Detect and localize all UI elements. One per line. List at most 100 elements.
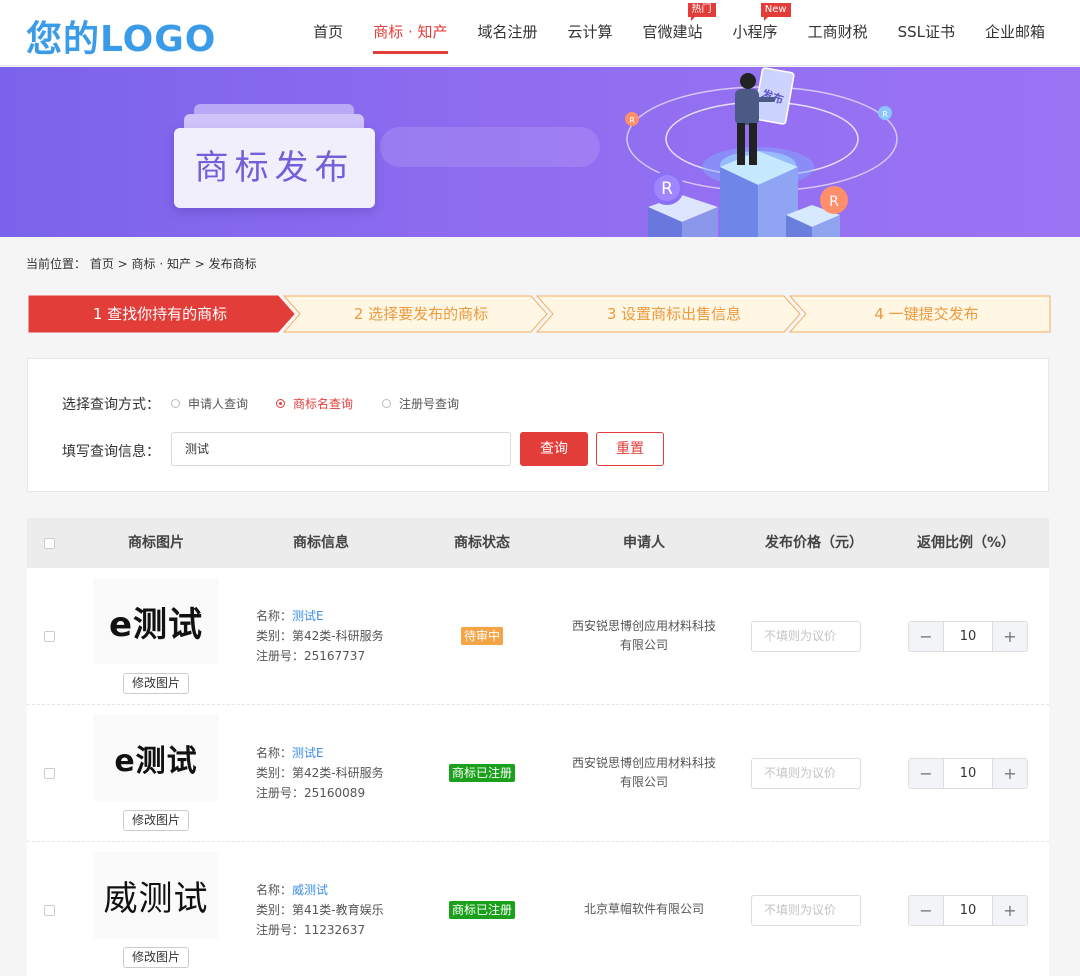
site-header: 您的LOGO 首页 商标 · 知产 域名注册 云计算 官微建站 热门 小程序 New…	[0, 0, 1080, 66]
price-input[interactable]: 不填则为议价	[751, 758, 861, 789]
radio-label: 商标名查询	[293, 397, 354, 411]
site-logo[interactable]: 您的LOGO	[26, 10, 216, 62]
step-2: 2 选择要发布的商标	[296, 295, 546, 333]
table-row: e测试 修改图片 名称：测试E 类别：第42类-科研服务 注册号：2516008…	[27, 705, 1049, 842]
commission-stepper: − 10 +	[908, 758, 1028, 789]
edit-image-button[interactable]: 修改图片	[123, 947, 189, 968]
nav-label: 官微建站	[642, 23, 703, 41]
step-label: 1 查找你持有的商标	[92, 305, 228, 323]
trademark-category: 类别：第42类-科研服务	[256, 629, 384, 643]
nav-domain[interactable]: 域名注册	[463, 0, 553, 66]
applicant: 西安锐思博创应用材料科技有限公司	[571, 619, 716, 652]
r-badge-blue: R	[882, 110, 888, 119]
trademark-name-link[interactable]: 威测试	[292, 883, 328, 897]
row-checkbox[interactable]	[44, 905, 55, 916]
commission-value[interactable]: 10	[943, 896, 993, 925]
nav-label: 小程序	[732, 23, 778, 41]
table-row: e测试 修改图片 名称：测试E 类别：第42类-科研服务 注册号：2516773…	[27, 568, 1049, 705]
commission-value[interactable]: 10	[943, 759, 993, 788]
step-4: 4 一键提交发布	[802, 295, 1051, 333]
edit-image-button[interactable]: 修改图片	[123, 673, 189, 694]
nav-cloud[interactable]: 云计算	[553, 0, 628, 66]
search-input[interactable]: 测试	[171, 432, 511, 466]
col-commission: 返佣比例（%）	[916, 535, 1016, 551]
search-panel: 选择查询方式： 申请人查询 商标名查询 注册号查询 填写查询信息： 测试 查询 …	[27, 358, 1049, 492]
query-method-label: 选择查询方式：	[62, 397, 160, 413]
r-badge-large: R	[661, 179, 673, 199]
breadcrumb: 当前位置： 首页 > 商标 · 知产 > 发布商标	[26, 257, 257, 271]
increment-button[interactable]: +	[993, 622, 1027, 651]
table-header: 商标图片 商标信息 商标状态 申请人 发布价格（元） 返佣比例（%）	[27, 518, 1049, 568]
nav-trademark[interactable]: 商标 · 知产	[358, 0, 462, 66]
price-input[interactable]: 不填则为议价	[751, 621, 861, 652]
edit-image-button[interactable]: 修改图片	[123, 810, 189, 831]
step-label: 4 一键提交发布	[874, 305, 979, 323]
decrement-button[interactable]: −	[909, 622, 943, 651]
commission-value[interactable]: 10	[943, 622, 993, 651]
trademark-reg-no: 注册号：25160089	[256, 786, 366, 800]
trademark-table: 商标图片 商标信息 商标状态 申请人 发布价格（元） 返佣比例（%） e测试 修…	[27, 518, 1049, 976]
row-checkbox[interactable]	[44, 631, 55, 642]
increment-button[interactable]: +	[993, 896, 1027, 925]
price-input[interactable]: 不填则为议价	[751, 895, 861, 926]
name-label: 名称：	[256, 609, 293, 623]
nav-label: 商标 · 知产	[373, 23, 448, 41]
radio-checked-icon	[276, 399, 285, 408]
trademark-info: 名称：测试E 类别：第42类-科研服务 注册号：25160089	[256, 743, 384, 803]
step-label: 3 设置商标出售信息	[606, 305, 742, 323]
col-image: 商标图片	[128, 535, 184, 551]
step-1: 1 查找你持有的商标	[28, 295, 292, 333]
nav-business-tax[interactable]: 工商财税	[793, 0, 883, 66]
trademark-logo-text: e测试	[108, 604, 204, 645]
trademark-image: 威测试	[93, 852, 219, 938]
row-checkbox[interactable]	[44, 768, 55, 779]
radio-circle-icon	[382, 399, 391, 408]
col-price: 发布价格（元）	[765, 535, 863, 551]
nav-ssl[interactable]: SSL证书	[883, 0, 970, 66]
nav-website[interactable]: 官微建站 热门	[628, 0, 718, 66]
decrement-button[interactable]: −	[909, 759, 943, 788]
nav-email[interactable]: 企业邮箱	[970, 0, 1060, 66]
col-status: 商标状态	[454, 535, 510, 551]
radio-circle-icon	[171, 399, 180, 408]
trademark-category: 类别：第41类-教育娱乐	[256, 903, 384, 917]
trademark-image: e测试	[93, 715, 219, 801]
banner-illustration: 发布 R R R R	[625, 67, 898, 237]
trademark-info: 名称：威测试 类别：第41类-教育娱乐 注册号：11232637	[256, 880, 384, 940]
r-badge-orange: R	[829, 194, 839, 210]
status-badge: 商标已注册	[449, 764, 516, 782]
step-3: 3 设置商标出售信息	[549, 295, 799, 333]
nav-label: 企业邮箱	[984, 23, 1045, 41]
trademark-image: e测试	[93, 578, 219, 664]
trademark-info: 名称：测试E 类别：第42类-科研服务 注册号：25167737	[256, 606, 384, 666]
reset-button[interactable]: 重置	[596, 432, 664, 466]
banner-title: 商标发布	[194, 148, 355, 188]
increment-button[interactable]: +	[993, 759, 1027, 788]
trademark-logo-text: e测试	[114, 744, 198, 779]
r-badge-small: R	[629, 116, 635, 125]
status-badge: 商标已注册	[449, 901, 516, 919]
main-nav: 首页 商标 · 知产 域名注册 云计算 官微建站 热门 小程序 New 工商财税 S…	[298, 0, 1060, 66]
nav-home[interactable]: 首页	[298, 0, 358, 66]
table-row: 威测试 修改图片 名称：威测试 类别：第41类-教育娱乐 注册号：1123263…	[27, 842, 1049, 976]
trademark-logo-text: 威测试	[103, 878, 209, 919]
nav-label: 域名注册	[477, 23, 538, 41]
trademark-category: 类别：第42类-科研服务	[256, 766, 384, 780]
radio-applicant[interactable]: 申请人查询	[171, 395, 248, 412]
radio-label: 注册号查询	[399, 397, 460, 411]
query-button[interactable]: 查询	[520, 432, 588, 466]
radio-label: 申请人查询	[188, 397, 249, 411]
nav-miniprogram[interactable]: 小程序 New	[718, 0, 793, 66]
query-info-label: 填写查询信息：	[62, 444, 160, 460]
nav-label: 工商财税	[807, 23, 868, 41]
progress-steps: 1 查找你持有的商标 2 选择要发布的商标 3 设置商标出售信息 4 一键提交发…	[28, 295, 1051, 333]
select-all-checkbox[interactable]	[44, 538, 55, 549]
trademark-name-link[interactable]: 测试E	[292, 746, 324, 760]
trademark-name-link[interactable]: 测试E	[292, 609, 324, 623]
col-applicant: 申请人	[623, 535, 665, 551]
nav-label: 首页	[313, 23, 344, 41]
radio-reg-number[interactable]: 注册号查询	[382, 395, 459, 412]
decrement-button[interactable]: −	[909, 896, 943, 925]
radio-trademark-name[interactable]: 商标名查询	[276, 395, 353, 412]
name-label: 名称：	[256, 883, 293, 897]
